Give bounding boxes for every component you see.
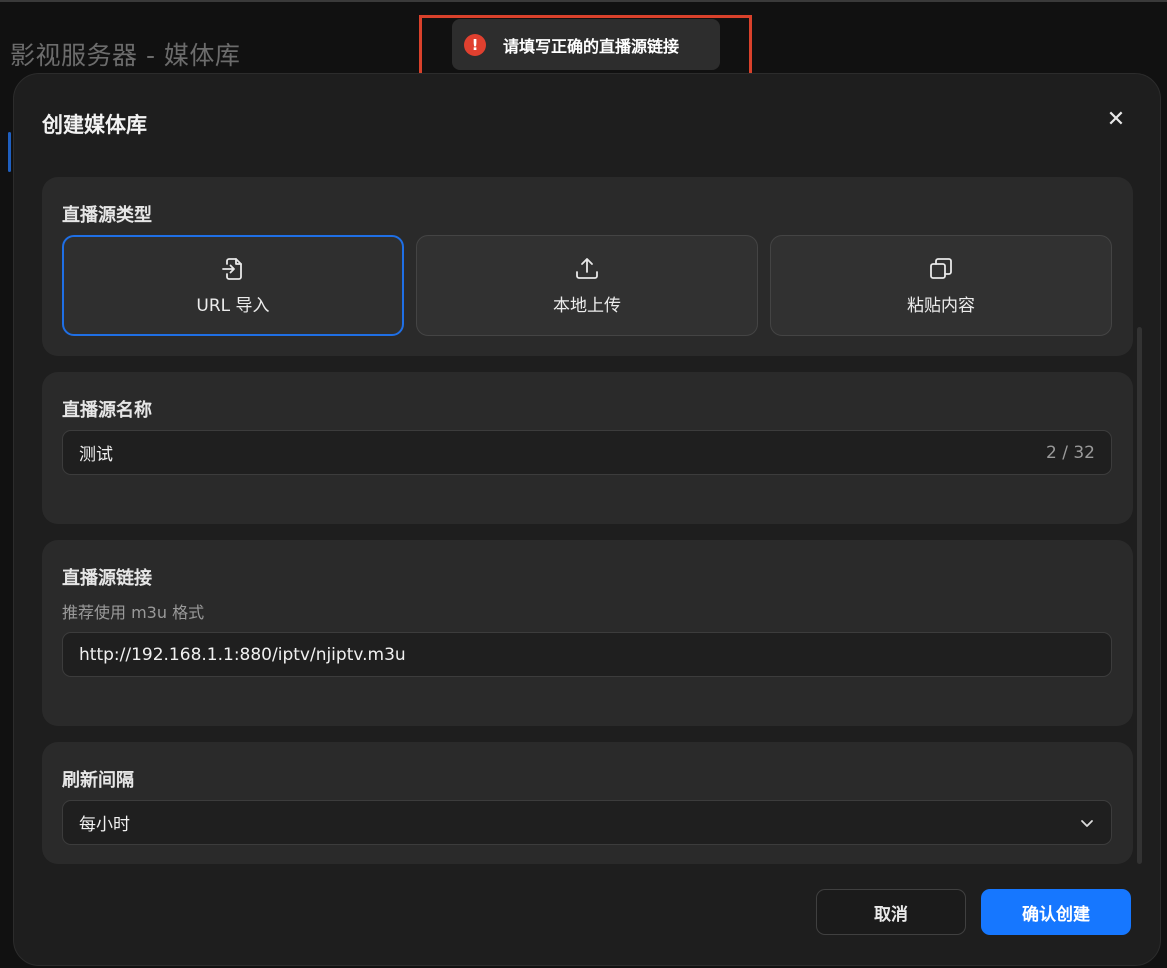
paste-content-option[interactable]: 粘贴内容 [770,235,1112,336]
import-icon [222,258,242,280]
chevron-down-icon [1081,819,1093,827]
local-upload-label: 本地上传 [553,296,621,316]
create-library-dialog: 创建媒体库 ✕ 直播源类型 URL 导入 本地上传 粘贴内容 直播源名称 测试 … [13,73,1161,966]
cancel-button[interactable]: 取消 [816,889,966,935]
refresh-interval-label: 刷新间隔 [62,770,134,791]
source-type-section: 直播源类型 URL 导入 本地上传 粘贴内容 [42,177,1133,356]
source-link-hint: 推荐使用 m3u 格式 [62,603,205,622]
paste-content-label: 粘贴内容 [907,296,975,316]
source-name-section: 直播源名称 测试 2 / 32 [42,372,1133,524]
copy-icon [930,258,952,279]
url-import-label: URL 导入 [196,296,270,316]
confirm-create-button[interactable]: 确认创建 [981,889,1131,935]
scrollbar[interactable] [1137,327,1142,864]
local-upload-option[interactable]: 本地上传 [416,235,758,336]
error-toast: ! 请填写正确的直播源链接 [452,19,720,70]
upload-icon [576,258,598,279]
refresh-interval-section: 刷新间隔 每小时 [42,742,1133,864]
source-name-value: 测试 [79,445,113,465]
refresh-interval-value: 每小时 [79,815,130,835]
error-icon: ! [464,33,486,56]
source-link-label: 直播源链接 [62,568,152,589]
refresh-interval-select[interactable]: 每小时 [62,800,1112,845]
close-icon[interactable]: ✕ [1104,107,1128,132]
toast-message: 请填写正确的直播源链接 [503,36,680,56]
dialog-title: 创建媒体库 [42,113,147,137]
top-divider [0,0,1167,2]
source-name-label: 直播源名称 [62,400,152,421]
char-counter: 2 / 32 [1046,442,1095,463]
url-import-option[interactable]: URL 导入 [62,235,404,336]
source-link-value: http://192.168.1.1:880/iptv/njiptv.m3u [79,644,406,665]
page-title: 影视服务器 - 媒体库 [10,41,241,70]
background-accent [8,132,11,172]
source-name-input[interactable]: 测试 2 / 32 [62,430,1112,475]
source-link-input[interactable]: http://192.168.1.1:880/iptv/njiptv.m3u [62,632,1112,677]
source-link-section: 直播源链接 推荐使用 m3u 格式 http://192.168.1.1:880… [42,540,1133,726]
source-type-label: 直播源类型 [62,205,152,226]
